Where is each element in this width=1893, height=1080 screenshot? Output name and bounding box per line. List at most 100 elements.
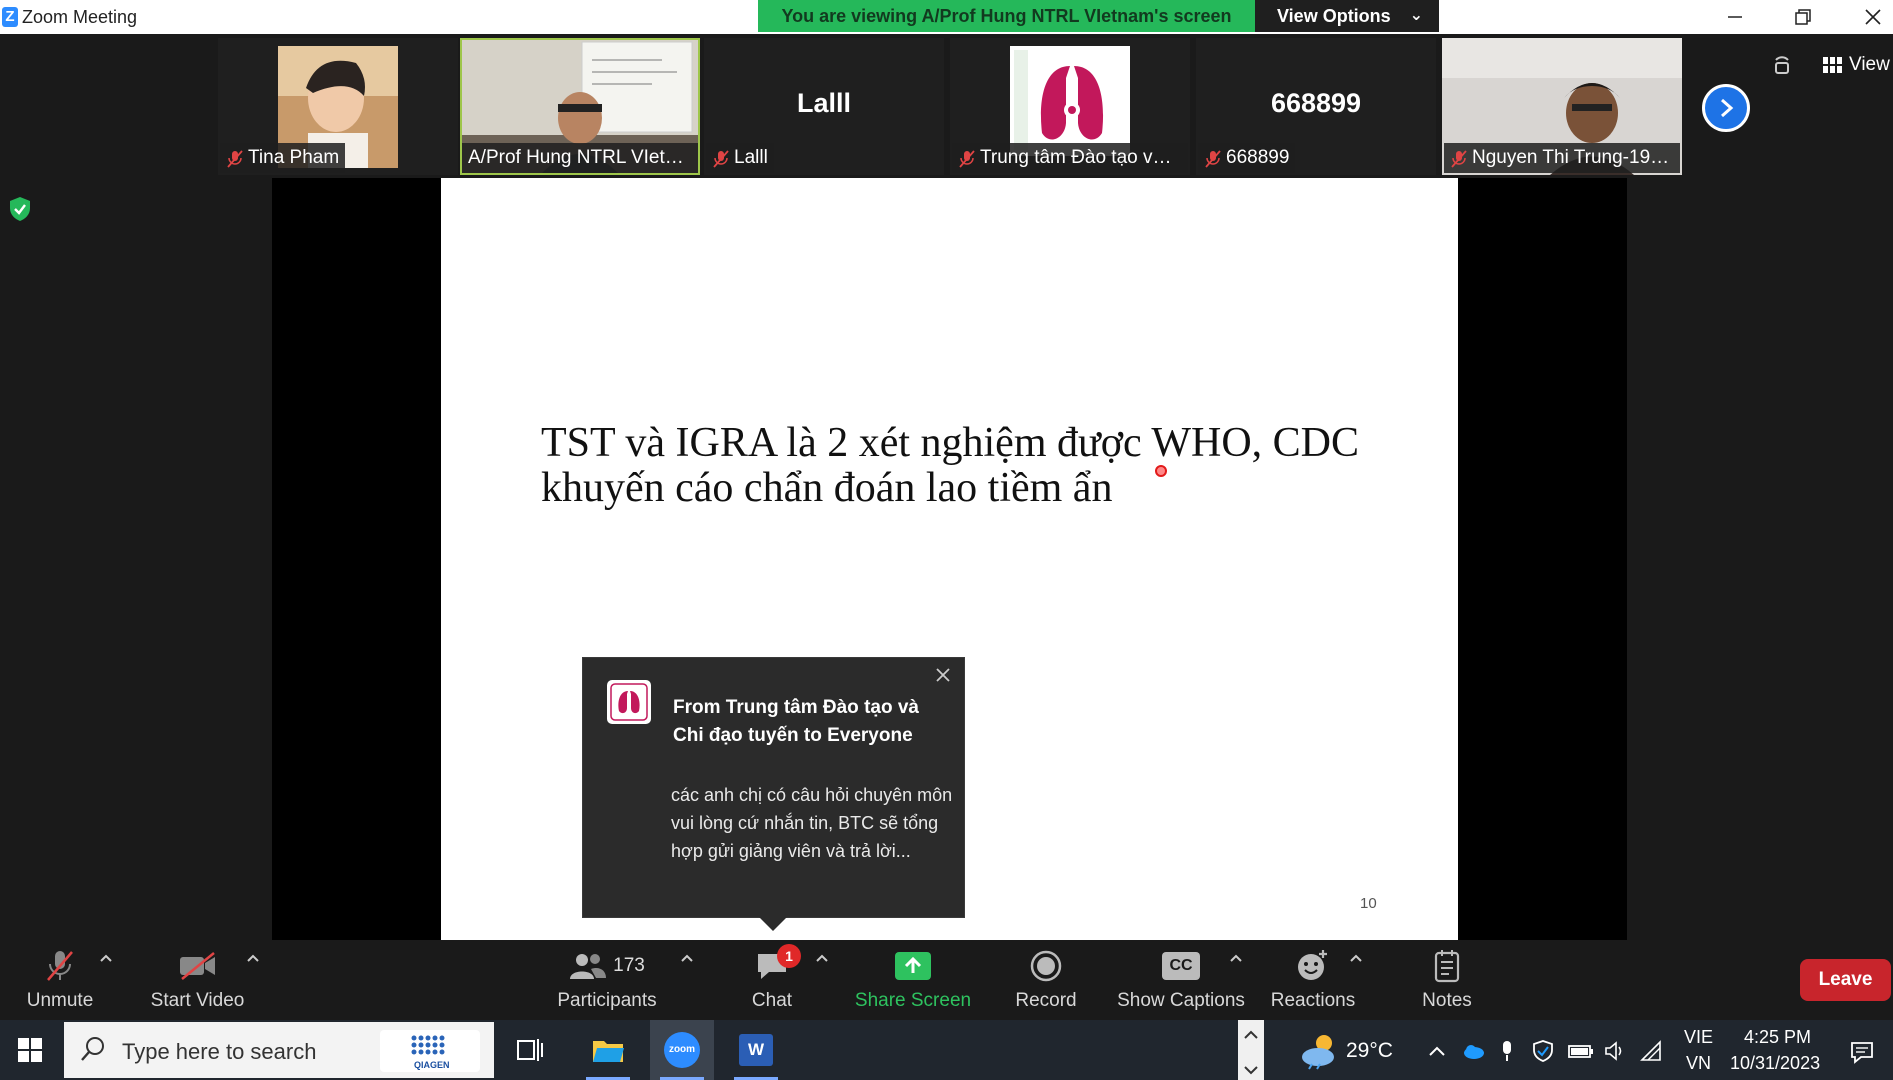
- search-icon: [81, 1037, 104, 1061]
- participants-icon: [570, 954, 607, 979]
- title-bar: Z Zoom Meeting You are viewing A/Prof Hu…: [0, 0, 1893, 34]
- unmute-button[interactable]: Unmute: [10, 940, 110, 1020]
- chevron-up-icon[interactable]: [679, 950, 695, 966]
- participant-tile-active-speaker[interactable]: A/Prof Hung NTRL VIetnam: [460, 38, 700, 175]
- start-button[interactable]: [0, 1020, 60, 1080]
- participant-name: Lalll: [706, 143, 774, 173]
- weather-temp: 29°C: [1346, 1039, 1393, 1062]
- windows-logo-icon: [18, 1038, 42, 1062]
- start-video-button[interactable]: Start Video: [140, 940, 255, 1020]
- share-screen-button[interactable]: Share Screen: [850, 940, 976, 1020]
- zoom-logo-icon: Z: [2, 7, 18, 27]
- record-icon: [1030, 950, 1062, 982]
- defender-shield-icon[interactable]: [1532, 1040, 1554, 1062]
- reactions-icon: [1298, 950, 1327, 980]
- volume-icon[interactable]: [1604, 1040, 1626, 1062]
- search-highlight-image: QIAGEN: [380, 1030, 480, 1072]
- next-participants-button[interactable]: [1702, 84, 1750, 132]
- chevron-up-icon[interactable]: [1348, 950, 1364, 966]
- zoom-meeting-window: Z Zoom Meeting You are viewing A/Prof Hu…: [0, 0, 1893, 1080]
- view-options-button[interactable]: View Options ⌄: [1255, 0, 1439, 32]
- lung-logo-icon: [610, 683, 648, 721]
- participant-tile[interactable]: Nguyen Thi Trung-196...: [1442, 38, 1682, 175]
- restore-icon: [1795, 9, 1811, 25]
- minimize-button[interactable]: [1700, 0, 1770, 34]
- notes-button[interactable]: Notes: [1402, 940, 1492, 1020]
- zoom-app-icon: zoom: [664, 1032, 700, 1068]
- laser-pointer: [1155, 465, 1167, 477]
- battery-icon[interactable]: [1568, 1040, 1594, 1062]
- restore-button[interactable]: [1768, 0, 1838, 34]
- clock[interactable]: 4:25 PM 10/31/2023: [1724, 1024, 1834, 1076]
- share-screen-icon: [895, 952, 931, 980]
- weather-icon: [1302, 1035, 1334, 1070]
- video-off-icon: [179, 952, 215, 980]
- participant-tile[interactable]: 668899 668899: [1196, 38, 1436, 175]
- dots-logo-icon: [411, 1035, 445, 1055]
- notes-icon: [1434, 950, 1460, 983]
- participants-button[interactable]: 173 Participants: [548, 940, 666, 1020]
- close-window-button[interactable]: [1838, 0, 1893, 34]
- notification-icon[interactable]: [1850, 1040, 1874, 1064]
- view-options-label: View Options: [1277, 6, 1391, 26]
- close-icon: [1865, 9, 1881, 25]
- chevron-down-icon: [1244, 1066, 1258, 1075]
- participant-name: Nguyen Thi Trung-196...: [1444, 143, 1680, 173]
- wifi-icon[interactable]: [1640, 1040, 1662, 1062]
- record-button[interactable]: Record: [1000, 940, 1092, 1020]
- rotate-icon[interactable]: [1768, 50, 1796, 78]
- weather-widget[interactable]: 29°C: [1292, 1020, 1422, 1080]
- taskbar-scroll[interactable]: [1238, 1020, 1264, 1080]
- security-shield-icon[interactable]: [8, 196, 32, 222]
- participants-count: 173: [613, 955, 645, 976]
- chevron-up-icon[interactable]: [98, 950, 114, 966]
- mic-muted-icon: [47, 951, 73, 981]
- language-code: VIE: [1684, 1027, 1714, 1047]
- mic-muted-icon: [1205, 150, 1221, 168]
- chat-message: các anh chị có câu hỏi chuyên môn vui lò…: [671, 785, 953, 861]
- word-app-icon: W: [739, 1034, 773, 1066]
- participant-name-large: 668899: [1270, 88, 1362, 118]
- reactions-button[interactable]: Reactions: [1268, 940, 1358, 1020]
- minimize-icon: [1728, 16, 1742, 18]
- chat-button[interactable]: 1 Chat: [722, 940, 822, 1020]
- participant-tile[interactable]: Trung tâm Đào tạo và ...: [950, 38, 1190, 175]
- chat-notification-popup[interactable]: From Trung tâm Đào tạo và Chi đạo tuyến …: [582, 657, 965, 931]
- leave-button[interactable]: Leave: [1800, 959, 1891, 1001]
- taskbar-search[interactable]: Type here to search QIAGEN: [64, 1022, 494, 1078]
- language-indicator[interactable]: VIE VN: [1676, 1024, 1720, 1076]
- windows-taskbar: Type here to search QIAGEN zoom W 29°C V…: [0, 1020, 1893, 1080]
- sender-avatar: [607, 680, 651, 724]
- close-icon[interactable]: [932, 664, 954, 686]
- participant-name: Trung tâm Đào tạo và ...: [952, 143, 1188, 173]
- chevron-up-icon[interactable]: [814, 950, 830, 966]
- mic-muted-icon: [959, 150, 975, 168]
- zoom-taskbar-button[interactable]: zoom: [650, 1020, 714, 1080]
- captions-icon: CC: [1162, 952, 1200, 980]
- slide-text: TST và IGRA là 2 xét nghiệm được WHO, CD…: [541, 420, 1360, 511]
- chat-unread-badge: 1: [777, 944, 801, 968]
- task-view-icon: [517, 1039, 543, 1061]
- microphone-icon[interactable]: [1496, 1040, 1518, 1062]
- file-explorer-button[interactable]: [576, 1020, 640, 1080]
- participant-name-large: Lalll: [796, 88, 851, 118]
- chevron-right-icon: [1721, 98, 1734, 118]
- chat-sender: From Trung tâm Đào tạo và Chi đạo tuyến …: [673, 697, 919, 746]
- mic-muted-icon: [713, 150, 729, 168]
- chevron-down-icon: ⌄: [1409, 7, 1423, 24]
- mic-muted-icon: [227, 150, 243, 168]
- search-logo-text: QIAGEN: [414, 1060, 450, 1070]
- onedrive-cloud-icon[interactable]: [1462, 1040, 1484, 1062]
- grid-view-icon: [1823, 57, 1842, 73]
- word-taskbar-button[interactable]: W: [724, 1020, 788, 1080]
- view-button[interactable]: View: [1815, 46, 1893, 84]
- task-view-button[interactable]: [498, 1020, 562, 1080]
- folder-icon: [593, 1041, 624, 1062]
- participant-tile[interactable]: Lalll Lalll: [704, 38, 944, 175]
- chevron-up-icon[interactable]: [1228, 950, 1244, 966]
- chevron-up-icon[interactable]: [245, 950, 261, 966]
- clock-time: 4:25 PM: [1744, 1027, 1812, 1047]
- participant-tile[interactable]: Tina Pham: [218, 38, 458, 175]
- chevron-up-icon[interactable]: [1426, 1040, 1448, 1062]
- meeting-toolbar: Unmute Start Video 173 Participants 1 Ch…: [0, 940, 1893, 1020]
